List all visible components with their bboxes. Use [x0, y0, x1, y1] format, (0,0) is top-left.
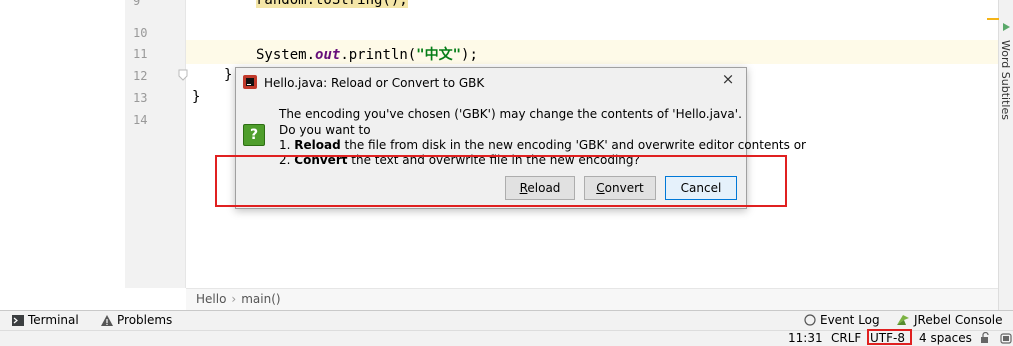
jrebel-icon	[897, 315, 909, 325]
option-reload-keyword: Reload	[294, 138, 341, 152]
code-highlight: random.toString();	[256, 0, 408, 8]
code-token: .println(	[340, 47, 417, 63]
problems-button[interactable]: Problems	[101, 313, 172, 327]
code-token-string: "中文"	[416, 47, 462, 63]
close-icon[interactable]: ×	[718, 70, 738, 88]
question-icon: ?	[243, 124, 265, 146]
terminal-icon	[12, 314, 24, 326]
dialog-message-line3: 1. Reload the file from disk in the new …	[279, 138, 806, 152]
line-number: 10	[133, 26, 148, 40]
event-log-label: Event Log	[820, 313, 880, 327]
option-number: 1.	[279, 138, 295, 152]
event-log-icon	[804, 314, 816, 326]
indent-widget[interactable]: 4 spaces	[919, 331, 972, 345]
code-token: System.	[256, 47, 316, 63]
option-reload-text: the file from disk in the new encoding '…	[340, 138, 806, 152]
fold-marker-icon[interactable]	[178, 69, 188, 81]
terminal-label: Terminal	[28, 313, 79, 327]
problems-label: Problems	[117, 313, 173, 327]
warning-marker[interactable]	[987, 18, 999, 20]
lock-icon[interactable]	[980, 332, 992, 344]
event-log-button[interactable]: Event Log	[804, 313, 880, 327]
breadcrumb: Hello › main()	[196, 292, 281, 306]
code-token: );	[461, 47, 478, 63]
line-separator-widget[interactable]: CRLF	[831, 331, 861, 345]
left-panel-blank	[0, 0, 125, 310]
right-tool-label[interactable]: Word Subtitles	[999, 40, 1012, 150]
code-brace-inner[interactable]: }	[224, 67, 232, 83]
dialog-message-line1: The encoding you've chosen ('GBK') may c…	[279, 107, 742, 121]
jrebel-console-label: JRebel Console	[914, 313, 1003, 327]
breadcrumb-method[interactable]: main()	[241, 292, 280, 306]
dialog-message-line2: Do you want to	[279, 123, 371, 137]
breadcrumb-bar	[186, 288, 998, 311]
annotation-highlight-box	[215, 155, 787, 207]
play-icon[interactable]	[1002, 22, 1011, 32]
jrebel-console-button[interactable]: JRebel Console	[896, 313, 1003, 327]
breadcrumb-class[interactable]: Hello	[196, 292, 226, 306]
dialog-title: Hello.java: Reload or Convert to GBK	[264, 76, 485, 90]
terminal-button[interactable]: Terminal	[12, 313, 79, 327]
annotation-encoding-box	[867, 329, 912, 345]
code-token-out: out	[315, 47, 341, 63]
editor-gutter	[125, 0, 186, 288]
line-number: 11	[133, 47, 148, 61]
line-number: 14	[133, 113, 148, 127]
code-line-println[interactable]: System.out.println("中文");	[256, 44, 478, 64]
caret-position[interactable]: 11:31	[788, 331, 823, 345]
line-number: 9	[133, 0, 141, 8]
intellij-icon	[243, 75, 257, 89]
code-brace-outer[interactable]: }	[192, 89, 200, 105]
inspector-icon[interactable]	[1000, 332, 1012, 344]
line-number: 12	[133, 69, 148, 83]
line-number: 13	[133, 91, 148, 105]
breadcrumb-separator: ›	[231, 292, 237, 306]
warning-icon	[101, 314, 113, 326]
code-line-partial[interactable]: random.toString();	[256, 0, 408, 8]
